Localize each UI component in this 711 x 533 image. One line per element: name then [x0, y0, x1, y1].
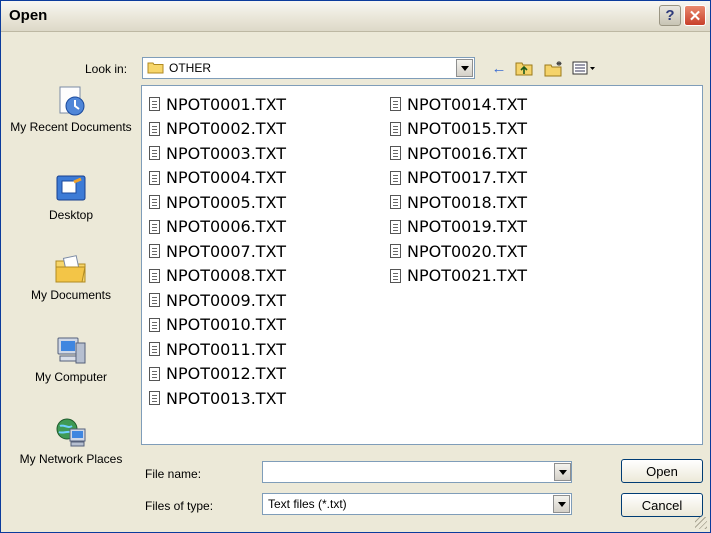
text-file-icon	[390, 268, 401, 283]
close-button[interactable]: ✕	[684, 5, 706, 26]
help-button[interactable]: ?	[659, 5, 681, 26]
network-places-icon	[56, 418, 86, 447]
file-item[interactable]: NPOT0020.TXT	[390, 239, 527, 264]
look-in-combo[interactable]: OTHER	[142, 57, 475, 79]
place-label: My Recent Documents	[10, 120, 132, 134]
file-item[interactable]: NPOT0012.TXT	[149, 362, 286, 387]
file-item[interactable]: NPOT0019.TXT	[390, 215, 527, 240]
open-button[interactable]: Open	[621, 459, 703, 483]
file-item[interactable]: NPOT0005.TXT	[149, 190, 286, 215]
desktop-icon	[56, 175, 86, 201]
file-item[interactable]: NPOT0004.TXT	[149, 166, 286, 191]
place-my-documents[interactable]: My Documents	[9, 253, 133, 302]
text-file-icon	[149, 219, 160, 234]
resize-grip[interactable]	[695, 517, 707, 529]
up-folder-icon[interactable]	[512, 57, 536, 79]
place-label: My Computer	[34, 370, 108, 384]
file-type-dropdown-button[interactable]	[553, 495, 570, 513]
file-item[interactable]: NPOT0013.TXT	[149, 386, 286, 411]
text-file-icon	[149, 121, 160, 136]
title-bar[interactable]: Open ? ✕	[1, 1, 710, 32]
place-my-computer[interactable]: My Computer	[9, 335, 133, 384]
look-in-label: Look in:	[85, 62, 128, 76]
text-file-icon	[390, 244, 401, 259]
my-documents-icon	[55, 255, 86, 283]
place-desktop[interactable]: Desktop	[9, 173, 133, 222]
file-item[interactable]: NPOT0002.TXT	[149, 117, 286, 142]
text-file-icon	[149, 244, 160, 259]
file-type-value: Text files (*.txt)	[268, 497, 347, 511]
text-file-icon	[390, 146, 401, 161]
cancel-button[interactable]: Cancel	[621, 493, 703, 517]
place-label: My Network Places	[19, 452, 123, 466]
text-file-icon	[390, 195, 401, 210]
text-file-icon	[149, 97, 160, 112]
file-item[interactable]: NPOT0018.TXT	[390, 190, 527, 215]
open-dialog: Open ? ✕ Look in: OTHER ← My Recent Docu…	[0, 0, 711, 533]
file-name-label: File name:	[145, 467, 202, 481]
folder-icon	[147, 62, 164, 74]
text-file-icon	[390, 97, 401, 112]
views-menu-icon[interactable]	[571, 57, 597, 79]
text-file-icon	[149, 366, 160, 381]
file-item[interactable]: NPOT0016.TXT	[390, 141, 527, 166]
text-file-icon	[390, 121, 401, 136]
place-recent-documents[interactable]: My Recent Documents	[9, 85, 133, 134]
text-file-icon	[149, 268, 160, 283]
place-label: Desktop	[48, 208, 94, 222]
file-item[interactable]: NPOT0003.TXT	[149, 141, 286, 166]
place-label: My Documents	[30, 288, 112, 302]
text-file-icon	[149, 170, 160, 185]
file-column-1: NPOT0001.TXT NPOT0002.TXT NPOT0003.TXT N…	[149, 92, 286, 411]
file-name-dropdown-button[interactable]	[554, 463, 571, 481]
file-type-combo[interactable]: Text files (*.txt)	[262, 493, 572, 515]
text-file-icon	[149, 317, 160, 332]
recent-documents-icon	[59, 86, 85, 116]
places-bar: My Recent Documents Desktop My Documents…	[9, 85, 133, 501]
text-file-icon	[149, 146, 160, 161]
look-in-dropdown-button[interactable]	[456, 59, 473, 77]
new-folder-icon[interactable]	[542, 57, 566, 79]
file-item[interactable]: NPOT0009.TXT	[149, 288, 286, 313]
file-name-input[interactable]	[262, 461, 572, 483]
back-arrow-icon[interactable]: ←	[488, 57, 510, 79]
file-item[interactable]: NPOT0011.TXT	[149, 337, 286, 362]
file-item[interactable]: NPOT0007.TXT	[149, 239, 286, 264]
file-item[interactable]: NPOT0008.TXT	[149, 264, 286, 289]
text-file-icon	[149, 293, 160, 308]
place-network-places[interactable]: My Network Places	[9, 417, 133, 466]
file-item[interactable]: NPOT0001.TXT	[149, 92, 286, 117]
text-file-icon	[149, 391, 160, 406]
text-file-icon	[149, 195, 160, 210]
file-item[interactable]: NPOT0006.TXT	[149, 215, 286, 240]
file-item[interactable]: NPOT0017.TXT	[390, 166, 527, 191]
dialog-title: Open	[9, 7, 48, 24]
files-of-type-label: Files of type:	[145, 499, 214, 513]
file-item[interactable]: NPOT0021.TXT	[390, 264, 527, 289]
look-in-value: OTHER	[169, 61, 211, 75]
file-item[interactable]: NPOT0015.TXT	[390, 117, 527, 142]
text-file-icon	[390, 219, 401, 234]
file-item[interactable]: NPOT0010.TXT	[149, 313, 286, 338]
file-column-2: NPOT0014.TXT NPOT0015.TXT NPOT0016.TXT N…	[390, 92, 527, 288]
file-item[interactable]: NPOT0014.TXT	[390, 92, 527, 117]
text-file-icon	[390, 170, 401, 185]
my-computer-icon	[57, 337, 86, 364]
text-file-icon	[149, 342, 160, 357]
file-list[interactable]: NPOT0001.TXT NPOT0002.TXT NPOT0003.TXT N…	[141, 85, 703, 445]
